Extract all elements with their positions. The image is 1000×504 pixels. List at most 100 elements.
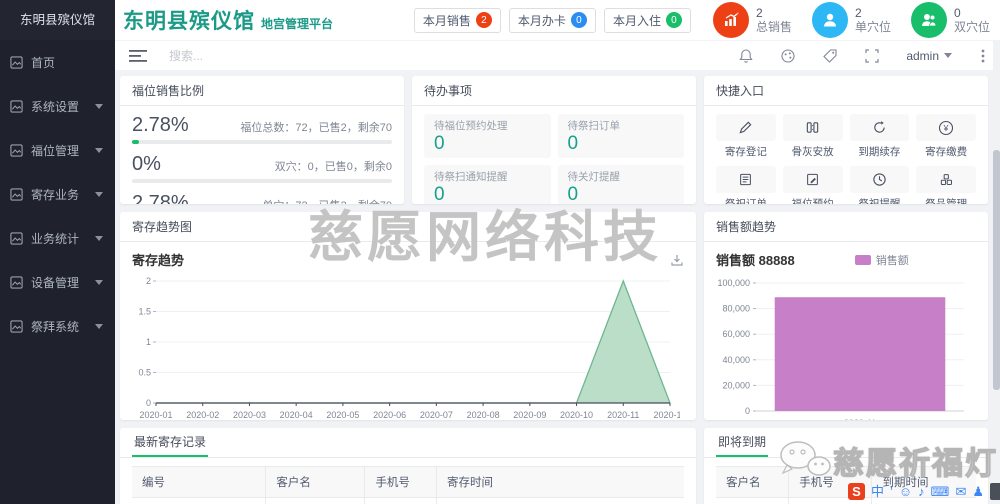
menu-image-icon	[10, 143, 23, 157]
sogou-logo-icon[interactable]: S	[847, 483, 865, 500]
user-menu[interactable]: admin	[906, 49, 954, 63]
quick-label: 祭祀订单	[724, 198, 767, 204]
quick-worship-reminder[interactable]: 祭祀提醒	[849, 166, 910, 204]
todo-card[interactable]: 待祭扫通知提醒 0	[424, 165, 551, 204]
app-header: 东明县殡仪馆 地宫管理平台 本月销售 2 本月办卡 0 本月入住 0 2 总销售…	[115, 0, 1000, 40]
chart-title: 寄存趋势	[132, 253, 185, 268]
cell-time: 2020-11-14 14:47:30	[435, 497, 684, 504]
vertical-scrollbar[interactable]	[993, 40, 1000, 504]
ime-apostrophe-icon[interactable]: ’	[890, 483, 893, 500]
todo-label: 待关灯提醒	[567, 171, 621, 183]
todo-count: 0	[434, 133, 445, 154]
ime-mail-icon[interactable]: ✉	[955, 483, 966, 500]
ime-mic-icon[interactable]: ♪	[918, 483, 925, 500]
svg-text:20,000: 20,000	[722, 380, 750, 390]
menu-image-icon	[10, 55, 23, 69]
todo-card[interactable]: 待祭扫订单 0	[557, 114, 684, 158]
badge-count: 0	[665, 12, 682, 28]
sidebar-item-label: 福位管理	[31, 143, 80, 158]
sidebar-item-niche-management[interactable]: 福位管理	[0, 128, 115, 172]
todo-card[interactable]: 待关灯提醒 0	[557, 165, 684, 204]
deposit-trend-chart: 0 0.5 1 1.5 2 2020-01 2020-02 2020-03 2020-04 202…	[120, 269, 696, 420]
sidebar-item-business-stats[interactable]: 业务统计	[0, 216, 115, 260]
sidebar-item-deposit-business[interactable]: 寄存业务	[0, 172, 115, 216]
quick-ashes-placement[interactable]: 骨灰安放	[782, 114, 843, 159]
clock-icon	[873, 173, 886, 186]
month-sales-badge[interactable]: 本月销售 2	[413, 7, 501, 33]
column-header: 客户名	[265, 466, 365, 498]
pencil-icon	[739, 121, 752, 134]
sidebar-item-label: 首页	[31, 55, 56, 70]
svg-text:2020-12: 2020-12	[653, 410, 680, 420]
cell-customer: 上官童	[716, 497, 789, 504]
quick-niche-booking[interactable]: 福位预约	[782, 166, 843, 204]
progress-bar	[132, 140, 392, 144]
ime-pinyin-icon[interactable]: 中	[871, 483, 884, 500]
tab-latest-records[interactable]: 最新寄存记录	[132, 428, 209, 457]
sidebar-item-device-management[interactable]: 设备管理	[0, 260, 115, 304]
scrollbar-thumb[interactable]	[993, 150, 1000, 390]
legend-swatch	[854, 254, 871, 265]
fullscreen-icon[interactable]	[864, 48, 880, 64]
svg-text:2020-04: 2020-04	[280, 410, 313, 420]
download-icon[interactable]	[670, 253, 684, 267]
sidebar-item-label: 系统设置	[31, 99, 80, 114]
stat-double-niche: 0 双穴位	[910, 2, 990, 38]
quick-worship-orders[interactable]: 祭祀订单	[716, 166, 776, 204]
stat-value: 2	[755, 6, 763, 20]
ime-emoji-icon[interactable]: ☺	[899, 483, 912, 500]
more-options-icon[interactable]	[980, 48, 986, 64]
month-checkin-badge[interactable]: 本月入住 0	[603, 7, 691, 33]
page-subtitle: 地宫管理平台	[261, 17, 334, 31]
theme-palette-icon[interactable]	[780, 48, 796, 64]
svg-text:1: 1	[146, 337, 151, 347]
sidebar-item-home[interactable]: 首页	[0, 40, 115, 84]
badge-label: 本月入住	[612, 13, 661, 28]
todo-count: 0	[567, 133, 579, 154]
column-header: 寄存时间	[435, 466, 684, 498]
bell-icon[interactable]	[738, 48, 754, 64]
two-persons-icon	[910, 2, 947, 38]
svg-text:2020-03: 2020-03	[233, 410, 266, 420]
quick-offerings-management[interactable]: 祭品管理	[916, 166, 976, 204]
svg-text:2020-07: 2020-07	[420, 410, 453, 420]
quick-label: 福位预约	[791, 198, 834, 204]
sidebar-app-title: 东明县殡仪馆	[0, 0, 115, 40]
progress-bar	[132, 179, 392, 183]
table-row[interactable]: REG-186420201114144615 哈吉斯 2020-11-14 14…	[132, 497, 684, 504]
ime-toolbar[interactable]: S 中 ’ ☺ ♪ ⌨ ✉ ♟	[842, 481, 1000, 502]
svg-text:¥: ¥	[943, 123, 949, 133]
collapse-menu-icon[interactable]	[129, 49, 147, 63]
stat-value: 0	[953, 6, 961, 20]
stat-value: 2	[854, 6, 862, 20]
ratio-percent: 0%	[132, 153, 161, 175]
tab-expiring[interactable]: 即将到期	[716, 428, 769, 457]
tag-icon[interactable]	[822, 48, 838, 64]
todo-count: 0	[434, 184, 445, 204]
ime-keyboard-icon[interactable]: ⌨	[931, 483, 950, 500]
search-input[interactable]	[169, 48, 349, 63]
sidebar-item-system-settings[interactable]: 系统设置	[0, 84, 115, 128]
ratio-row-double: 0% 双穴：0，已售0，剩余0	[132, 153, 392, 183]
todo-card[interactable]: 待福位预约处理 0	[424, 114, 551, 158]
quick-label: 寄存登记	[724, 146, 767, 158]
column-header: 编号	[132, 466, 266, 498]
ratio-percent: 2.78%	[132, 114, 189, 136]
chevron-down-icon	[944, 53, 952, 58]
sidebar-item-label: 寄存业务	[31, 187, 80, 202]
svg-text:2020-10: 2020-10	[560, 410, 593, 420]
quick-label: 寄存缴费	[925, 146, 968, 158]
svg-text:2: 2	[146, 276, 151, 286]
ime-skin-icon[interactable]: ♟	[972, 483, 984, 500]
todo-count: 0	[567, 184, 579, 204]
quick-deposit-payment[interactable]: ¥ 寄存缴费	[916, 114, 976, 159]
chart-legend[interactable]: 销售额	[854, 252, 909, 268]
ime-more-icon[interactable]	[990, 483, 1000, 500]
stat-label: 双穴位	[953, 20, 990, 34]
order-list-icon	[740, 173, 752, 186]
month-cards-badge[interactable]: 本月办卡 0	[508, 7, 596, 33]
sidebar-item-worship-system[interactable]: 祭拜系统	[0, 304, 115, 348]
sidebar-item-label: 业务统计	[31, 231, 80, 246]
quick-deposit-register[interactable]: 寄存登记	[716, 114, 776, 159]
quick-renew-deposit[interactable]: 到期续存	[849, 114, 910, 159]
